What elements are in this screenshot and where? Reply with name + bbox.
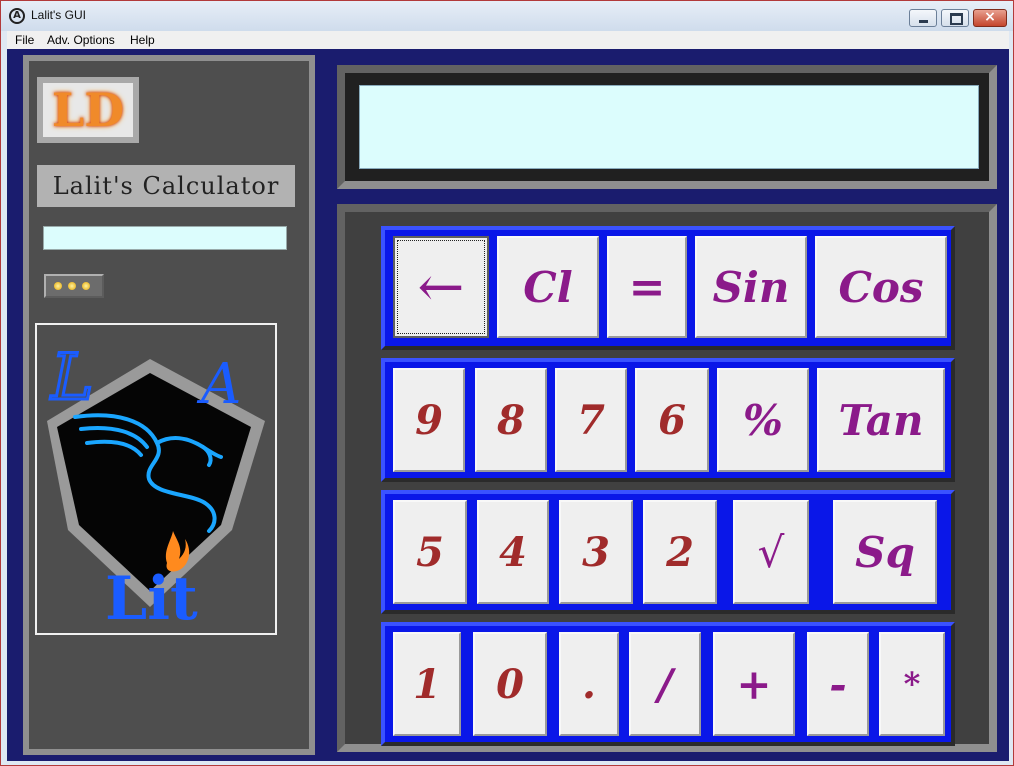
equals-button[interactable]: = — [607, 236, 687, 338]
minimize-button[interactable] — [909, 9, 937, 27]
decimal-button[interactable]: . — [559, 632, 619, 736]
add-button[interactable]: + — [713, 632, 795, 736]
emblem-letter-a: A — [196, 352, 241, 417]
square-button[interactable]: Sq — [833, 500, 937, 604]
dot-icon — [68, 282, 76, 290]
title-bar[interactable]: A Lalit's GUI × — [1, 1, 1013, 31]
menu-help[interactable]: Help — [130, 33, 155, 47]
emblem-image: L A Lit — [35, 323, 277, 635]
tan-button[interactable]: Tan — [817, 368, 945, 472]
sin-button[interactable]: Sin — [695, 236, 807, 338]
keypad: ← Cl = Sin Cos 9 8 7 6 % Tan 5 4 3 2 √ S… — [337, 204, 997, 752]
digit-1-button[interactable]: 1 — [393, 632, 461, 736]
emblem-lit-text: Lit — [105, 564, 198, 633]
dot-icon — [82, 282, 90, 290]
digit-3-button[interactable]: 3 — [559, 500, 633, 604]
digit-2-button[interactable]: 2 — [643, 500, 717, 604]
subtract-button[interactable]: - — [807, 632, 869, 736]
key-row-2: 9 8 7 6 % Tan — [381, 358, 955, 482]
display-frame — [337, 65, 997, 189]
close-button[interactable]: × — [973, 9, 1007, 27]
digit-8-button[interactable]: 8 — [475, 368, 547, 472]
digit-4-button[interactable]: 4 — [477, 500, 549, 604]
backspace-button[interactable]: ← — [393, 236, 489, 338]
menu-bar: File Adv. Options Help — [7, 31, 1009, 50]
emblem-svg: L A Lit — [47, 340, 265, 633]
calculator-body: LD Lalit's Calculator L A Lit ← Cl = Sin… — [7, 49, 1009, 761]
key-row-1: ← Cl = Sin Cos — [381, 226, 955, 350]
sqrt-button[interactable]: √ — [733, 500, 809, 604]
options-button[interactable] — [44, 274, 104, 298]
logo-text: LD — [51, 83, 125, 137]
percent-button[interactable]: % — [717, 368, 809, 472]
dot-icon — [54, 282, 62, 290]
ld-logo: LD — [37, 77, 139, 143]
side-input-field[interactable] — [43, 226, 287, 250]
emblem-letter-l: L — [50, 341, 94, 415]
display-screen[interactable] — [359, 85, 979, 169]
key-row-3: 5 4 3 2 √ Sq — [381, 490, 955, 614]
close-icon: × — [984, 9, 996, 25]
window-title: Lalit's GUI — [31, 8, 86, 22]
menu-adv-options[interactable]: Adv. Options — [47, 33, 115, 47]
app-window: A Lalit's GUI × File Adv. Options Help L… — [0, 0, 1014, 766]
avengers-icon: A — [9, 8, 25, 24]
clear-button[interactable]: Cl — [497, 236, 599, 338]
divide-button[interactable]: / — [629, 632, 701, 736]
digit-9-button[interactable]: 9 — [393, 368, 465, 472]
maximize-button[interactable] — [941, 9, 969, 27]
side-panel: LD Lalit's Calculator L A Lit — [23, 55, 315, 755]
digit-6-button[interactable]: 6 — [635, 368, 709, 472]
cos-button[interactable]: Cos — [815, 236, 947, 338]
menu-file[interactable]: File — [15, 33, 34, 47]
calculator-name-label: Lalit's Calculator — [37, 165, 295, 207]
multiply-button[interactable]: * — [879, 632, 945, 736]
digit-5-button[interactable]: 5 — [393, 500, 467, 604]
key-row-4: 1 0 . / + - * — [381, 622, 955, 746]
digit-0-button[interactable]: 0 — [473, 632, 547, 736]
digit-7-button[interactable]: 7 — [555, 368, 627, 472]
